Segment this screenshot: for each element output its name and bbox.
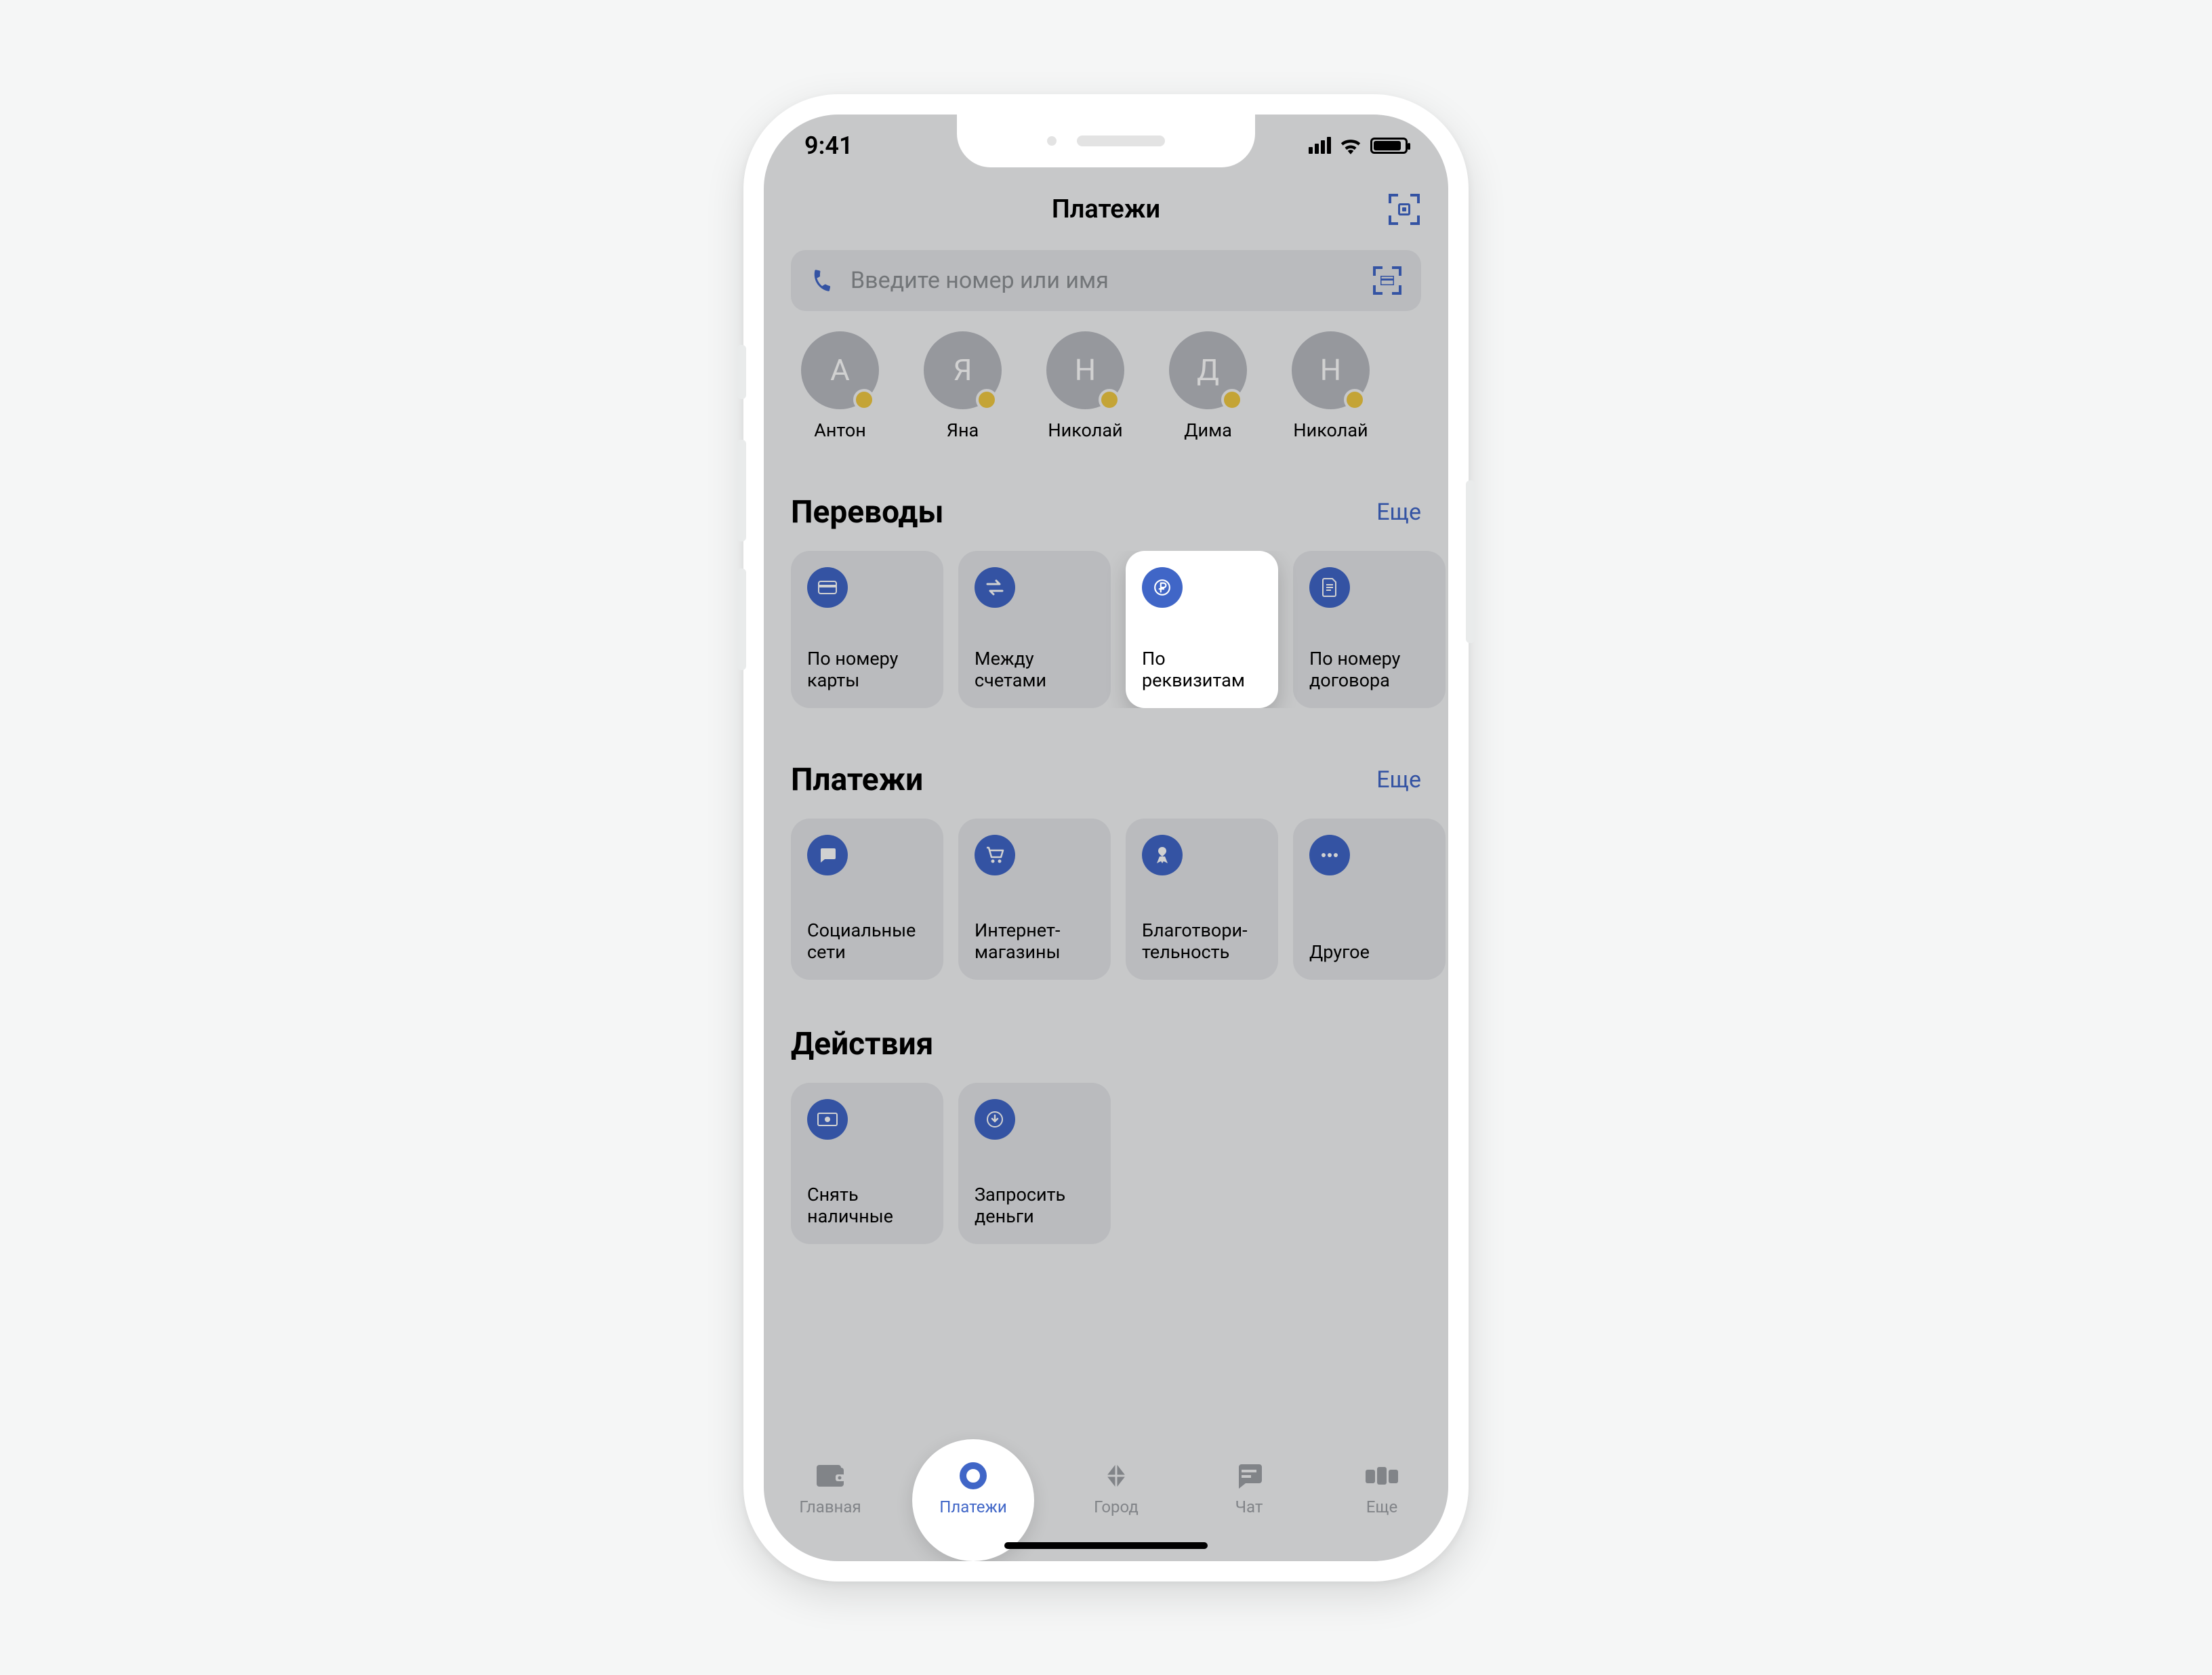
contact-item[interactable]: Н Николай xyxy=(1036,331,1134,441)
payments-section: Платежи Еще Социальные сети Интернет-маг… xyxy=(791,762,1448,980)
qr-scan-icon xyxy=(1389,194,1420,225)
volume-up-button xyxy=(737,440,746,541)
avatar: Н xyxy=(1046,331,1124,409)
avatar: Я xyxy=(924,331,1002,409)
message-icon xyxy=(1233,1460,1265,1492)
card-scan-button[interactable] xyxy=(1372,266,1402,295)
cash-icon xyxy=(807,1099,848,1140)
payment-social[interactable]: Социальные сети xyxy=(791,819,943,980)
contact-name: Николай xyxy=(1293,419,1368,441)
payment-other[interactable]: Другое xyxy=(1293,819,1446,980)
more-link[interactable]: Еще xyxy=(1376,499,1421,526)
card-label: Снять наличные xyxy=(807,1184,927,1228)
cart-icon xyxy=(975,835,1015,875)
contact-name: Дима xyxy=(1184,419,1232,441)
contacts-row: А Антон Я Яна Н Николай Д Дима Н Никол xyxy=(791,331,1421,441)
volume-down-button xyxy=(737,568,746,670)
card-icon xyxy=(807,567,848,608)
tab-label: Платежи xyxy=(939,1497,1006,1516)
download-icon xyxy=(975,1099,1015,1140)
contact-name: Яна xyxy=(947,419,979,441)
card-label: Между счетами xyxy=(975,648,1094,692)
tab-chat[interactable]: Чат xyxy=(1198,1460,1300,1516)
card-label: По номеру карты xyxy=(807,648,927,692)
tab-city[interactable]: Город xyxy=(1065,1460,1167,1516)
ribbon-icon xyxy=(1142,835,1183,875)
card-label: Благотвори-тельность xyxy=(1142,919,1262,964)
payment-shops[interactable]: Интернет-магазины xyxy=(958,819,1111,980)
avatar: Н xyxy=(1292,331,1370,409)
contact-item[interactable]: Д Дима xyxy=(1159,331,1257,441)
action-withdraw[interactable]: Снять наличные xyxy=(791,1083,943,1244)
tab-label: Чат xyxy=(1235,1497,1263,1516)
transfer-between-accounts[interactable]: Между счетами xyxy=(958,551,1111,708)
screen: 9:41 Платежи Введите номер и xyxy=(764,115,1448,1561)
section-title: Переводы xyxy=(791,494,944,531)
chat-icon xyxy=(807,835,848,875)
section-title: Действия xyxy=(791,1026,933,1062)
exchange-icon xyxy=(975,567,1015,608)
transfer-by-card-number[interactable]: По номеру карты xyxy=(791,551,943,708)
payment-charity[interactable]: Благотвори-тельность xyxy=(1126,819,1278,980)
silence-switch xyxy=(737,345,746,399)
tabs-icon xyxy=(1366,1460,1398,1492)
avatar: Д xyxy=(1169,331,1247,409)
card-scan-icon xyxy=(1373,266,1401,295)
ruble-icon xyxy=(1142,567,1183,608)
card-label: Запросить деньги xyxy=(975,1184,1094,1228)
tab-label: Город xyxy=(1094,1497,1139,1516)
contact-name: Антон xyxy=(814,419,866,441)
wifi-icon xyxy=(1339,137,1362,154)
status-time: 9:41 xyxy=(804,131,853,160)
more-link[interactable]: Еще xyxy=(1376,766,1421,793)
page-title: Платежи xyxy=(1052,194,1160,224)
section-title: Платежи xyxy=(791,762,923,798)
card-label: По реквизитам xyxy=(1142,648,1262,692)
card-label: По номеру договора xyxy=(1309,648,1429,692)
card-label: Интернет-магазины xyxy=(975,919,1094,964)
home-indicator[interactable] xyxy=(1004,1542,1208,1549)
tab-label: Главная xyxy=(799,1497,861,1516)
wallet-icon xyxy=(814,1460,846,1492)
app-content: 9:41 Платежи Введите номер и xyxy=(764,115,1448,1561)
search-placeholder: Введите номер или имя xyxy=(851,267,1356,294)
contact-item[interactable]: Н Николай xyxy=(1282,331,1380,441)
card-label: Социальные сети xyxy=(807,919,927,964)
tab-label: Еще xyxy=(1366,1497,1397,1516)
status-icons xyxy=(1309,137,1408,154)
avatar: А xyxy=(801,331,879,409)
contact-item[interactable]: А Антон xyxy=(791,331,889,441)
battery-icon xyxy=(1370,138,1408,154)
diamond-icon xyxy=(1100,1460,1132,1492)
circle-icon xyxy=(957,1460,989,1492)
tab-more[interactable]: Еще xyxy=(1331,1460,1433,1516)
action-request[interactable]: Запросить деньги xyxy=(958,1083,1111,1244)
search-input[interactable]: Введите номер или имя xyxy=(791,250,1421,311)
contact-name: Николай xyxy=(1048,419,1122,441)
transfer-by-contract[interactable]: По номеру договора xyxy=(1293,551,1446,708)
actions-section: Действия Снять наличные Запросить деньги xyxy=(791,1026,1448,1244)
page-header: Платежи xyxy=(764,182,1448,236)
qr-scan-button[interactable] xyxy=(1387,192,1421,226)
transfer-by-details[interactable]: По реквизитам xyxy=(1126,551,1278,708)
document-icon xyxy=(1309,567,1350,608)
cellular-icon xyxy=(1309,137,1331,154)
phone-icon xyxy=(808,266,837,295)
tab-home[interactable]: Главная xyxy=(779,1460,881,1516)
contact-item[interactable]: Я Яна xyxy=(914,331,1012,441)
transfers-section: Переводы Еще По номеру карты Между счета… xyxy=(791,494,1448,708)
dots-icon xyxy=(1309,835,1350,875)
card-label: Другое xyxy=(1309,941,1429,963)
notch xyxy=(957,115,1255,167)
phone-frame: 9:41 Платежи Введите номер и xyxy=(743,94,1469,1581)
power-button xyxy=(1466,480,1475,643)
